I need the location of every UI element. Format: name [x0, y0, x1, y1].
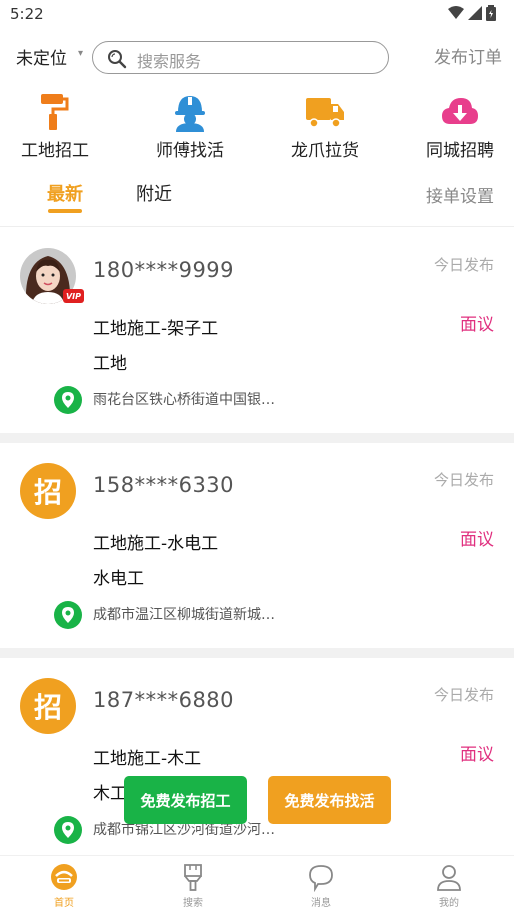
listing-card[interactable]: 招 187****6880 今日发布 工地施工-木工 面议 木工 成都市锦江区沙…	[0, 658, 514, 854]
salary: 面议	[460, 315, 494, 335]
nav-home[interactable]: 首页	[34, 862, 94, 909]
category-site-recruit[interactable]: 工地招工	[5, 92, 105, 161]
job-title: 工地施工-木工	[93, 749, 202, 769]
listing-address: 雨花台区铁心桥街道中国银…	[93, 392, 275, 408]
avatar: 招	[20, 678, 76, 734]
nav-label: 搜索	[183, 898, 203, 909]
category-row: 工地招工 师傅找活 龙爪拉货 同城招聘	[0, 92, 514, 161]
listing-card[interactable]: 招 158****6330 今日发布 工地施工-水电工 面议 水电工 成都市温江…	[0, 443, 514, 648]
nav-label: 首页	[54, 898, 74, 909]
brush-icon	[184, 864, 202, 891]
tab-active-indicator	[48, 209, 82, 213]
wifi-icon	[448, 6, 464, 19]
divider	[0, 226, 514, 227]
listing-card[interactable]: VIP 180****9999 今日发布 工地施工-架子工 面议 工地 雨花台区…	[0, 228, 514, 433]
status-icons	[448, 5, 496, 21]
publish-recruit-button[interactable]: 免费发布招工	[124, 776, 247, 824]
tab-latest[interactable]: 最新	[47, 180, 83, 206]
search-icon	[108, 50, 127, 69]
search-placeholder: 搜索服务	[137, 52, 202, 71]
nav-profile[interactable]: 我的	[419, 862, 479, 909]
order-settings-button[interactable]: 接单设置	[426, 182, 494, 207]
publish-order-button[interactable]: 发布订单	[434, 43, 502, 68]
truck-icon	[306, 98, 344, 128]
category-label: 同城招聘	[426, 141, 494, 161]
nav-messages[interactable]: 消息	[291, 862, 351, 909]
top-bar: 未定位 ▾ 搜索服务 发布订单	[0, 36, 514, 80]
category-master-find-work[interactable]: 师傅找活	[140, 92, 240, 161]
chat-bubble-icon	[309, 865, 333, 892]
job-type: 水电工	[93, 569, 144, 589]
job-type: 木工	[93, 784, 127, 804]
avatar: 招	[20, 463, 76, 519]
card-separator	[0, 433, 514, 443]
location-pin-icon	[54, 386, 82, 414]
category-label: 师傅找活	[156, 141, 224, 161]
job-type: 工地	[93, 354, 127, 374]
category-city-recruit[interactable]: 同城招聘	[410, 92, 510, 161]
category-label: 工地招工	[21, 141, 89, 161]
posted-time: 今日发布	[433, 686, 494, 704]
publish-find-work-button[interactable]: 免费发布找活	[268, 776, 391, 824]
battery-icon	[486, 5, 496, 21]
job-title: 工地施工-架子工	[93, 319, 219, 339]
job-title: 工地施工-水电工	[93, 534, 219, 554]
salary: 面议	[460, 745, 494, 765]
listing-phone: 187****6880	[93, 688, 235, 712]
listing-phone: 180****9999	[93, 258, 235, 282]
posted-time: 今日发布	[433, 256, 494, 274]
nav-label: 消息	[311, 898, 331, 909]
tab-nearby[interactable]: 附近	[136, 180, 172, 206]
location-pin-icon	[54, 816, 82, 844]
feed-tabs: 最新 附近 接单设置	[0, 176, 514, 227]
category-freight[interactable]: 龙爪拉货	[275, 92, 375, 161]
signal-icon	[468, 6, 482, 20]
person-icon	[437, 865, 461, 891]
status-time: 5:22	[10, 5, 44, 23]
listing-phone: 158****6330	[93, 473, 235, 497]
vip-badge: VIP	[63, 289, 84, 303]
location-selector[interactable]: 未定位	[16, 44, 67, 69]
home-icon	[51, 864, 77, 890]
nav-label: 我的	[439, 898, 459, 909]
location-pin-icon	[54, 601, 82, 629]
card-separator	[0, 648, 514, 658]
cloud-download-icon	[442, 98, 478, 124]
search-input[interactable]: 搜索服务	[92, 41, 389, 74]
listing-address: 成都市温江区柳城街道新城…	[93, 607, 275, 623]
category-label: 龙爪拉货	[291, 141, 359, 161]
paint-roller-icon	[41, 94, 69, 130]
worker-helmet-icon	[175, 96, 205, 132]
status-bar: 5:22	[0, 0, 514, 30]
nav-search[interactable]: 搜索	[163, 862, 223, 909]
salary: 面议	[460, 530, 494, 550]
posted-time: 今日发布	[433, 471, 494, 489]
location-dropdown-icon: ▾	[78, 48, 84, 59]
bottom-nav: 首页 搜索 消息 我的	[0, 855, 514, 915]
